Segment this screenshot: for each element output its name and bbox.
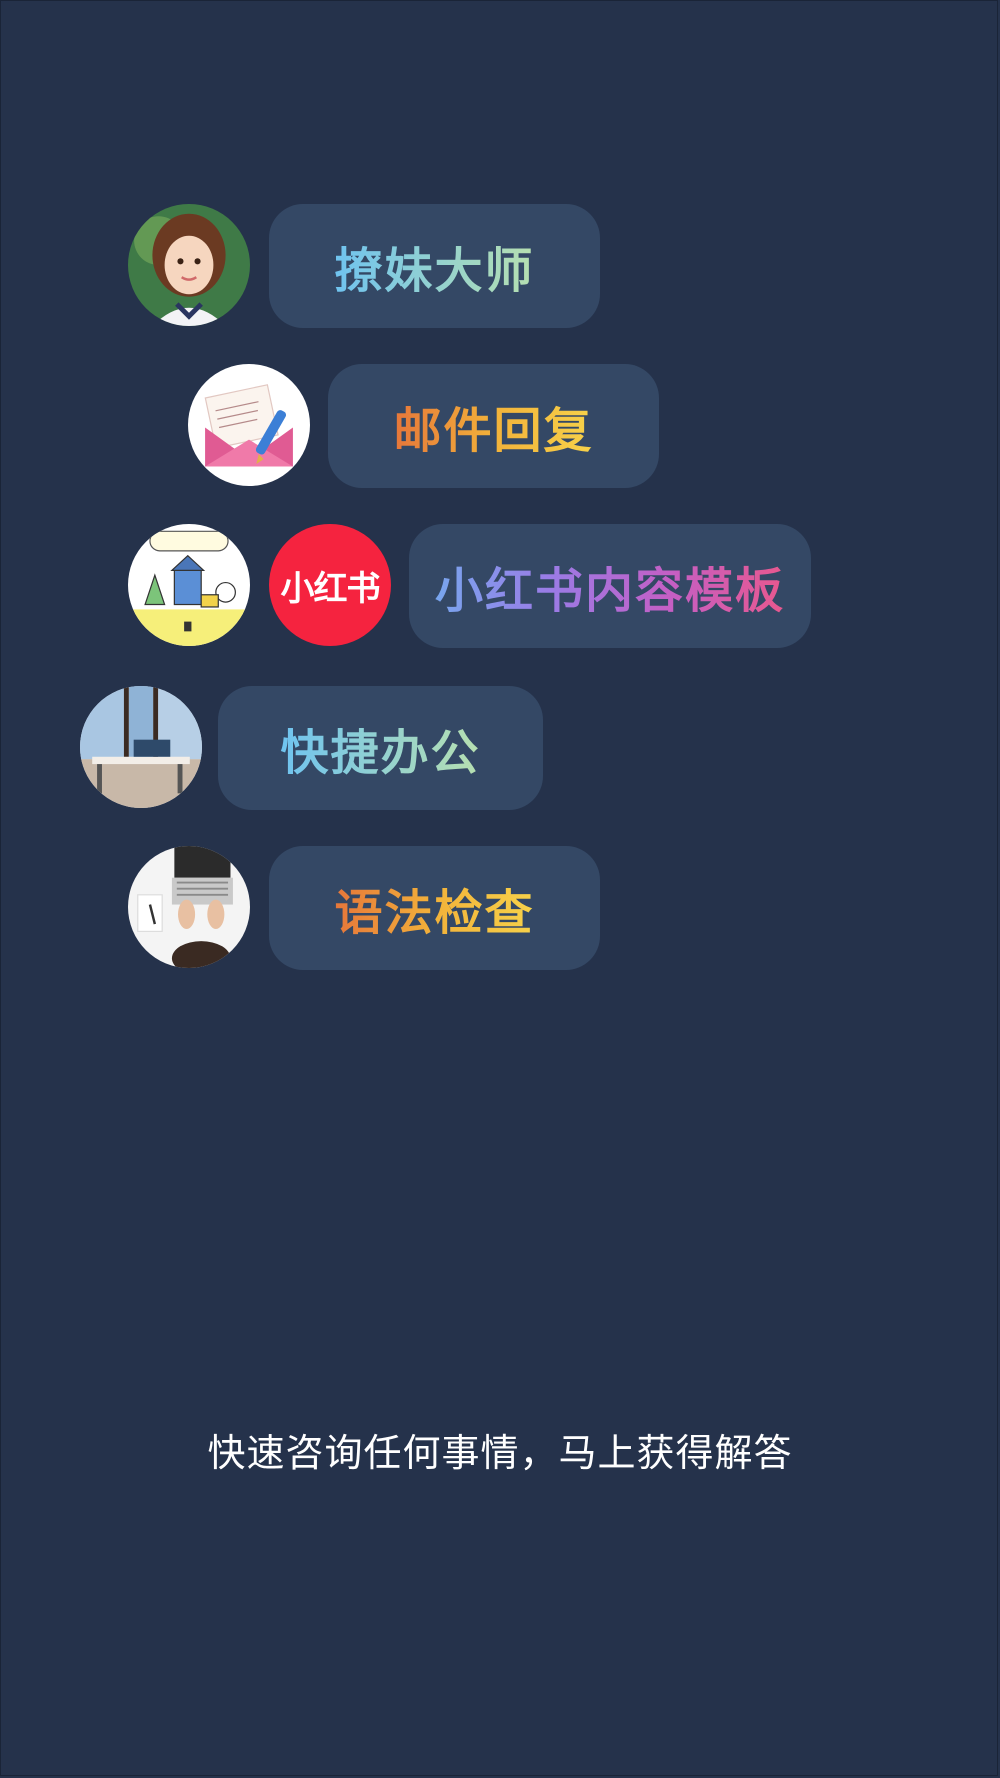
pill-button-flirt-master[interactable]: 撩妹大师 [269,204,600,328]
envelope-pen-icon [188,364,310,486]
pill-label: 语法检查 [334,873,534,943]
pill-button-grammar-check[interactable]: 语法检查 [269,846,600,970]
pill-button-quick-office[interactable]: 快捷办公 [218,686,543,810]
brand-logo-text: 小红书 [280,568,381,609]
office-desk-icon [80,686,202,808]
pill-label: 小红书内容模板 [435,551,785,621]
pill-button-email-reply[interactable]: 邮件回复 [328,364,659,488]
xiaohongshu-logo-icon: 小红书 [269,524,391,646]
laptop-typing-icon [128,846,250,968]
pill-label: 撩妹大师 [334,231,534,301]
pill-label: 快捷办公 [280,713,480,783]
girl-portrait-icon [128,204,250,326]
pill-label: 邮件回复 [393,391,593,461]
cartoon-scene-icon [128,524,250,646]
pill-button-xiaohongshu-template[interactable]: 小红书内容模板 [409,524,811,648]
tagline-text: 快速咨询任何事情，马上获得解答 [207,1431,793,1475]
